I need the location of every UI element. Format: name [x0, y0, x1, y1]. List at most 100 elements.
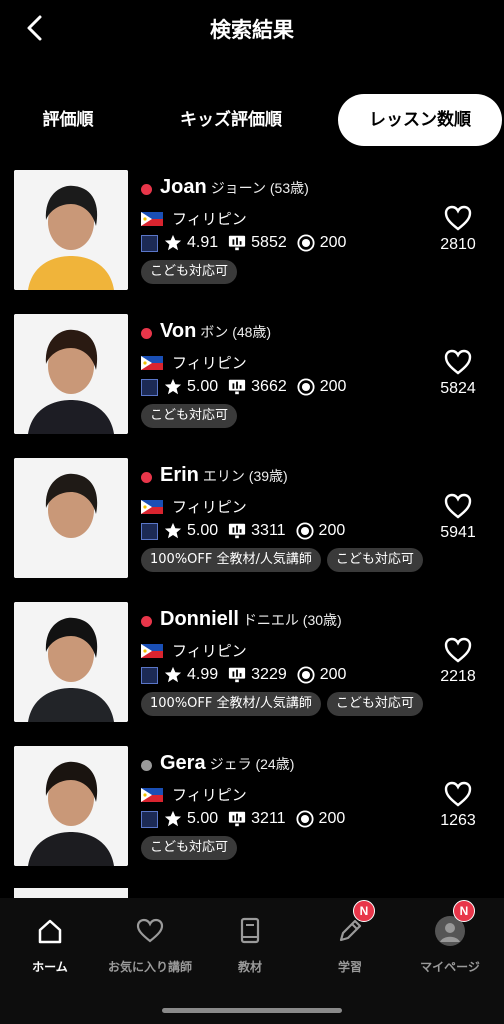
favorite-button[interactable]: 5941 [432, 492, 484, 542]
book-icon [240, 917, 260, 944]
philippines-flag-icon [141, 212, 163, 226]
teacher-tags: 100%OFF 全教材/人気講師 こども対応可 [141, 692, 427, 716]
coin-icon [297, 378, 315, 396]
lesson-count: 3211 [251, 810, 286, 827]
nav-home-label: ホーム [32, 960, 68, 974]
teacher-card[interactable]: Joan ジョーン (53歳) フィリピン 4.91 5852 200 こども対応… [0, 168, 504, 308]
favorite-button[interactable]: 1263 [432, 780, 484, 830]
heart-icon [444, 349, 472, 375]
teacher-kana-age: エリン (39歳) [202, 468, 288, 484]
tag-badge: 100%OFF 全教材/人気講師 [141, 692, 321, 716]
nav-favorites-label: お気に入り講師 [107, 960, 192, 974]
lesson-count-icon [229, 523, 246, 539]
teacher-name[interactable]: Joan ジョーン (53歳) [160, 176, 309, 199]
nav-mypage-label: マイページ [420, 960, 480, 974]
header: 検索結果 [0, 0, 504, 56]
teacher-photo [14, 458, 128, 578]
teacher-kana-age: ボン (48歳) [200, 324, 272, 340]
star-icon [164, 378, 182, 395]
teacher-card[interactable]: Von ボン (48歳) フィリピン 5.00 3662 200 こども対応可 5… [0, 312, 504, 452]
nav-materials[interactable]: 教材 [200, 916, 300, 975]
rating-value: 5.00 [187, 522, 219, 539]
teacher-tags: 100%OFF 全教材/人気講師 こども対応可 [141, 548, 427, 572]
online-status-dot [141, 760, 152, 771]
teacher-card[interactable]: Gera ジェラ (24歳) フィリピン 5.00 3211 200 こども対応可… [0, 744, 504, 884]
tag-badge: こども対応可 [326, 692, 423, 716]
tab-kids-rating[interactable]: キッズ評価順 [170, 94, 292, 146]
home-indicator [162, 1008, 342, 1013]
online-status-dot [141, 616, 152, 627]
lesson-count-icon [229, 811, 246, 827]
teacher-photo [14, 170, 128, 290]
star-icon [164, 234, 182, 251]
lesson-count-icon [229, 235, 246, 251]
teacher-photo [14, 746, 128, 866]
coin-cost: 200 [319, 234, 347, 251]
teacher-photo [14, 602, 128, 722]
star-icon [164, 810, 182, 827]
bottom-nav: ホーム お気に入り講師 教材 N 学習 N マイページ [0, 898, 504, 1024]
favorite-count: 2810 [440, 236, 476, 253]
tab-rating[interactable]: 評価順 [34, 94, 102, 146]
lesson-count: 3229 [251, 666, 287, 683]
teacher-stats: 4.99 3229 200 [141, 664, 356, 686]
notification-badge: N [353, 900, 375, 922]
tag-badge: 100%OFF 全教材/人気講師 [141, 548, 321, 572]
teacher-photo-partial [14, 888, 128, 898]
nav-study[interactable]: N 学習 [300, 900, 400, 975]
certification-badge-icon [141, 378, 158, 396]
certification-badge-icon [141, 234, 158, 252]
teacher-name[interactable]: Erin エリン (39歳) [160, 464, 288, 487]
rating-value: 5.00 [187, 810, 219, 827]
nav-favorites[interactable]: お気に入り講師 [100, 916, 200, 975]
teacher-country: フィリピン [172, 786, 247, 804]
philippines-flag-icon [141, 788, 163, 802]
tag-badge: こども対応可 [141, 260, 238, 284]
teacher-name[interactable]: Donniell ドニエル (30歳) [160, 608, 342, 631]
favorite-button[interactable]: 2218 [432, 636, 484, 686]
heart-icon [444, 205, 472, 231]
certification-badge-icon [141, 522, 158, 540]
home-icon [38, 919, 62, 944]
coin-icon [297, 234, 315, 252]
heart-icon [136, 918, 164, 943]
nav-home[interactable]: ホーム [0, 916, 100, 975]
teacher-card[interactable]: Donniell ドニエル (30歳) フィリピン 4.99 3229 200 1… [0, 600, 504, 740]
coin-cost: 200 [318, 810, 346, 827]
heart-icon [444, 781, 472, 807]
online-status-dot [141, 472, 152, 483]
teacher-name[interactable]: Gera ジェラ (24歳) [160, 752, 294, 775]
tab-lesson-count[interactable]: レッスン数順 [338, 94, 502, 146]
favorite-count: 2218 [440, 668, 476, 685]
rating-value: 4.99 [187, 666, 219, 683]
coin-cost: 200 [319, 378, 347, 395]
teacher-tags: こども対応可 [141, 836, 427, 860]
philippines-flag-icon [141, 500, 163, 514]
teacher-name[interactable]: Von ボン (48歳) [160, 320, 271, 343]
notification-badge: N [453, 900, 475, 922]
sort-tabs: 評価順 キッズ評価順 レッスン数順 [0, 94, 504, 146]
star-icon [164, 522, 182, 539]
favorite-button[interactable]: 2810 [432, 204, 484, 254]
rating-value: 4.91 [187, 234, 219, 251]
nav-mypage[interactable]: N マイページ [400, 900, 500, 975]
teacher-tags: こども対応可 [141, 260, 427, 284]
teacher-card[interactable]: Erin エリン (39歳) フィリピン 5.00 3311 200 100%OF… [0, 456, 504, 596]
teacher-country: フィリピン [172, 210, 247, 228]
tag-badge: こども対応可 [141, 404, 238, 428]
teacher-stats: 5.00 3662 200 [141, 376, 356, 398]
lesson-count-icon [229, 667, 246, 683]
teacher-stats: 5.00 3311 200 [141, 520, 355, 542]
nav-study-label: 学習 [337, 960, 362, 974]
lesson-count: 3311 [251, 522, 286, 539]
favorite-count: 1263 [440, 812, 476, 829]
lesson-count: 5852 [251, 234, 287, 251]
teacher-country: フィリピン [172, 354, 247, 372]
page-title: 検索結果 [210, 18, 294, 42]
teacher-stats: 4.91 5852 200 [141, 232, 356, 254]
philippines-flag-icon [141, 356, 163, 370]
teacher-kana-age: ジョーン (53歳) [210, 180, 309, 196]
heart-icon [444, 493, 472, 519]
teacher-country: フィリピン [172, 642, 247, 660]
favorite-button[interactable]: 5824 [432, 348, 484, 398]
